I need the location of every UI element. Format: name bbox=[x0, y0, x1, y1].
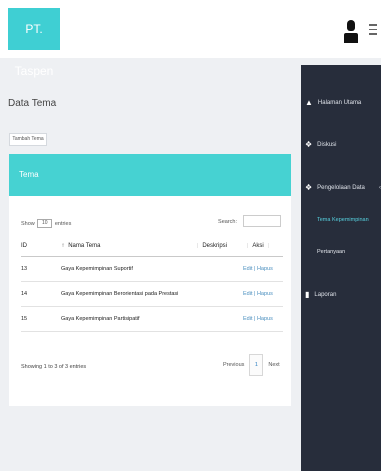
hamburger-menu-icon[interactable] bbox=[369, 24, 377, 36]
show-label: Show bbox=[21, 220, 35, 227]
sidebar-item-label: Diskusi bbox=[317, 141, 337, 148]
pagination: Previous 1 Next bbox=[223, 354, 280, 376]
sidebar-item-pengelolaan-data[interactable]: ❖ Pengelolaan Data ‹ bbox=[305, 183, 381, 192]
page-title: Data Tema bbox=[8, 98, 57, 109]
comments-icon: ❖ bbox=[305, 140, 313, 149]
cell-nama-tema: Gaya Kepemimpinan Berorientasi pada Pres… bbox=[61, 281, 193, 307]
next-button[interactable]: Next bbox=[268, 362, 279, 368]
column-header-id[interactable]: ID bbox=[21, 236, 61, 257]
sidebar-subitem-pertanyaan[interactable]: Pertanyaan bbox=[317, 249, 345, 255]
column-header-aksi[interactable]: | Aksi | bbox=[243, 236, 283, 257]
column-separator: | bbox=[267, 243, 269, 249]
search-input[interactable] bbox=[243, 215, 281, 227]
user-icon[interactable] bbox=[344, 20, 358, 44]
entries-length-control: Show 10 entries bbox=[21, 219, 71, 228]
page-button-1[interactable]: 1 bbox=[249, 354, 264, 376]
edit-hapus-links[interactable]: Edit | Hapus bbox=[243, 256, 283, 282]
table-row: 13 Gaya Kepemimpinan Suportif Edit | Hap… bbox=[21, 256, 283, 282]
cell-deskripsi bbox=[193, 306, 243, 332]
column-separator: | bbox=[247, 243, 249, 249]
search-label: Search: bbox=[218, 219, 237, 225]
tema-table: ID ⇑ Nama Tema | Deskripsi | Aksi | 13 Gaya … bbox=[21, 236, 283, 332]
column-header-nama-tema[interactable]: ⇑ Nama Tema bbox=[61, 236, 193, 257]
edit-hapus-links[interactable]: Edit | Hapus bbox=[243, 281, 283, 307]
sidebar-item-label: Pengelolaan Data bbox=[317, 184, 365, 191]
previous-button[interactable]: Previous bbox=[223, 362, 244, 368]
sidebar-subitem-tema[interactable]: Tema Kepemimpinan bbox=[317, 217, 369, 223]
user-icon-head bbox=[347, 20, 355, 31]
sort-icon: ⇑ bbox=[61, 243, 66, 249]
table-info-text: Showing 1 to 3 of 3 entries bbox=[21, 364, 87, 370]
file-icon: ▮ bbox=[305, 290, 310, 299]
sidebar-item-laporan[interactable]: ▮ Laporan bbox=[305, 290, 336, 299]
entries-label: entries bbox=[54, 220, 72, 227]
table-controls: Show 10 entries Search: bbox=[21, 215, 281, 229]
brand-logo[interactable]: PT. Taspen bbox=[8, 8, 60, 78]
tema-panel: Tema Show 10 entries Search: ID ⇑ Nama Te… bbox=[9, 154, 291, 406]
column-separator: | bbox=[197, 243, 199, 249]
column-header-deskripsi[interactable]: | Deskripsi bbox=[193, 236, 243, 257]
add-tema-button[interactable]: Tambah Tema bbox=[9, 133, 47, 146]
sidebar: ▲ Halaman Utama ❖ Diskusi ❖ Pengelolaan … bbox=[301, 65, 381, 471]
cell-nama-tema: Gaya Kepemimpinan Suportif bbox=[61, 256, 193, 282]
panel-title: Tema bbox=[9, 154, 291, 196]
edit-hapus-links[interactable]: Edit | Hapus bbox=[243, 306, 283, 332]
table-row: 15 Gaya Kepemimpinan Partisipatif Edit |… bbox=[21, 306, 283, 332]
cell-id: 15 bbox=[21, 306, 61, 332]
sidebar-item-label: Laporan bbox=[314, 291, 337, 298]
sidebar-item-label: Halaman Utama bbox=[317, 99, 362, 106]
gears-icon: ❖ bbox=[305, 183, 313, 192]
cell-deskripsi bbox=[193, 281, 243, 307]
top-navbar: PT. Taspen bbox=[0, 0, 381, 78]
cell-id: 14 bbox=[21, 281, 61, 307]
entries-select[interactable]: 10 bbox=[37, 219, 53, 228]
cell-id: 13 bbox=[21, 256, 61, 282]
cell-nama-tema: Gaya Kepemimpinan Partisipatif bbox=[61, 306, 193, 332]
home-icon: ▲ bbox=[305, 98, 313, 107]
sidebar-item-diskusi[interactable]: ❖ Diskusi bbox=[305, 140, 337, 149]
table-header-row: ID ⇑ Nama Tema | Deskripsi | Aksi | bbox=[21, 236, 283, 257]
user-icon-body bbox=[344, 33, 358, 43]
sidebar-item-halaman-utama[interactable]: ▲ Halaman Utama bbox=[305, 98, 361, 107]
table-row: 14 Gaya Kepemimpinan Berorientasi pada P… bbox=[21, 281, 283, 307]
cell-deskripsi bbox=[193, 256, 243, 282]
